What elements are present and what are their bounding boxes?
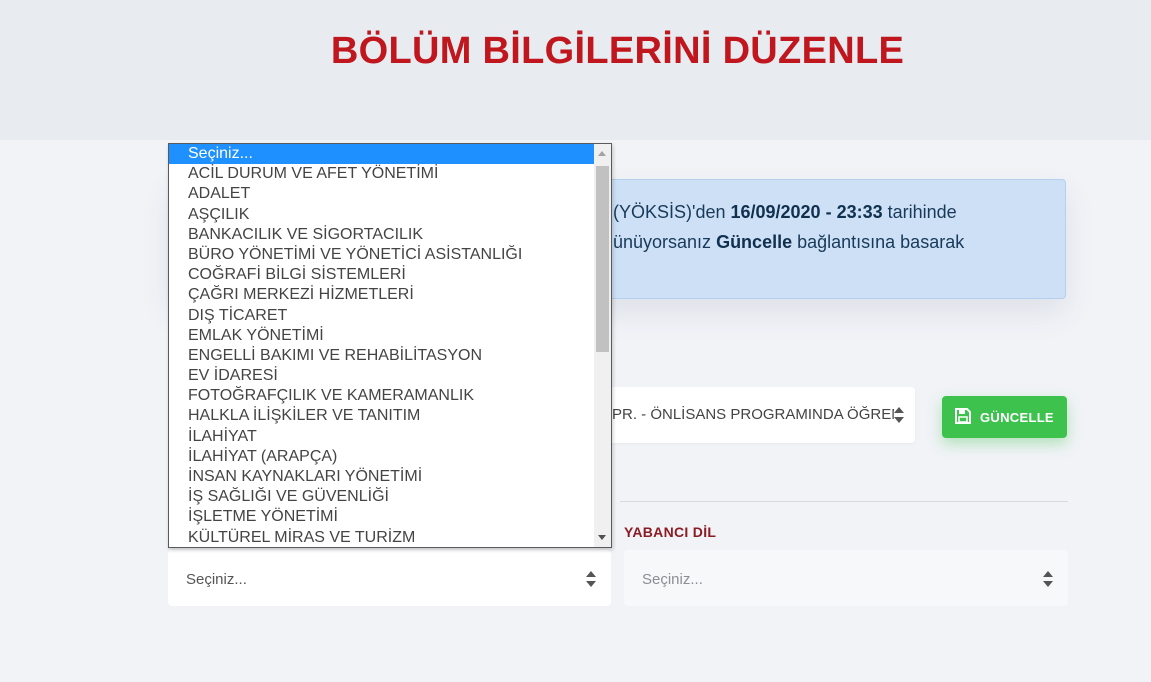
dropdown-option[interactable]: ENGELLİ BAKIMI VE REHABİLİTASYON (169, 346, 611, 366)
language-label: YABANCI DİL (624, 524, 717, 540)
info-line-1: (YÖKSİS)'den 16/09/2020 - 23:33 tarihind… (613, 197, 957, 227)
updown-arrows-icon (586, 571, 596, 587)
scroll-up-arrow-icon[interactable] (598, 151, 606, 156)
dropdown-option[interactable]: COĞRAFİ BİLGİ SİSTEMLERİ (169, 265, 611, 285)
info-text: (YÖKSİS)'den (613, 202, 731, 222)
department-dropdown-list[interactable]: Seçiniz... ACİL DURUM VE AFET YÖNETİMİ A… (168, 143, 612, 548)
dropdown-option[interactable]: İŞLETME YÖNETİMİ (169, 507, 611, 527)
info-line-2: ünüyorsanız Güncelle bağlantısına basara… (613, 227, 964, 257)
dropdown-option[interactable]: KÜLTÜREL MİRAS VE TURİZM (169, 528, 611, 547)
dropdown-option[interactable]: DIŞ TİCARET (169, 306, 611, 326)
dropdown-option[interactable]: İLAHİYAT (ARAPÇA) (169, 447, 611, 467)
dropdown-option[interactable]: AŞÇILIK (169, 205, 611, 225)
floppy-disk-icon (955, 408, 971, 424)
dropdown-option[interactable]: EV İDARESİ (169, 366, 611, 386)
dropdown-option[interactable]: İŞ SAĞLIĞI VE GÜVENLİĞİ (169, 487, 611, 507)
dropdown-option[interactable]: FOTOĞRAFÇILIK VE KAMERAMANLIK (169, 386, 611, 406)
info-text: ünüyorsanız (613, 232, 717, 252)
scroll-down-arrow-icon[interactable] (598, 535, 606, 540)
info-link-word: Güncelle (716, 232, 793, 252)
dropdown-option-selected[interactable]: Seçiniz... (169, 144, 594, 165)
update-button-label: GÜNCELLE (980, 410, 1054, 425)
dropdown-option[interactable]: EMLAK YÖNETİMİ (169, 326, 611, 346)
dropdown-option[interactable]: ÇAĞRI MERKEZİ HİZMETLERİ (169, 285, 611, 305)
scrollbar-thumb[interactable] (596, 166, 609, 352)
dropdown-option[interactable]: İNSAN KAYNAKLARI YÖNETİMİ (169, 467, 611, 487)
program-select-value: PR. - ÖNLİSANS PROGRAMINDA ÖĞRENCİ (612, 406, 894, 423)
dropdown-option[interactable]: ADALET (169, 184, 611, 204)
dropdown-option[interactable]: BÜRO YÖNETİMİ VE YÖNETİCİ ASİSTANLIĞI (169, 245, 611, 265)
updown-arrows-icon (894, 407, 904, 423)
info-text: bağlantısına basarak (792, 232, 965, 252)
language-select[interactable]: Seçiniz... (624, 550, 1068, 606)
dropdown-option[interactable]: HALKLA İLİŞKİLER VE TANITIM (169, 406, 611, 426)
update-button[interactable]: GÜNCELLE (942, 396, 1067, 438)
dropdown-option[interactable]: ACİL DURUM VE AFET YÖNETİMİ (169, 164, 611, 184)
page-title: BÖLÜM BİLGİLERİNİ DÜZENLE (330, 30, 905, 72)
dropdown-option[interactable]: BANKACILIK VE SİGORTACILIK (169, 225, 611, 245)
program-select[interactable]: PR. - ÖNLİSANS PROGRAMINDA ÖĞRENCİ (560, 387, 915, 443)
section-divider (620, 501, 1068, 502)
dropdown-scrollbar[interactable] (594, 144, 611, 547)
department-select-value: Seçiniz... (186, 571, 247, 588)
info-text: tarihinde (882, 202, 957, 222)
department-select[interactable]: Seçiniz... (168, 550, 611, 606)
language-select-value: Seçiniz... (642, 571, 703, 588)
info-date: 16/09/2020 - 23:33 (730, 202, 883, 222)
updown-arrows-icon (1043, 571, 1053, 587)
dropdown-option[interactable]: İLAHİYAT (169, 427, 611, 447)
